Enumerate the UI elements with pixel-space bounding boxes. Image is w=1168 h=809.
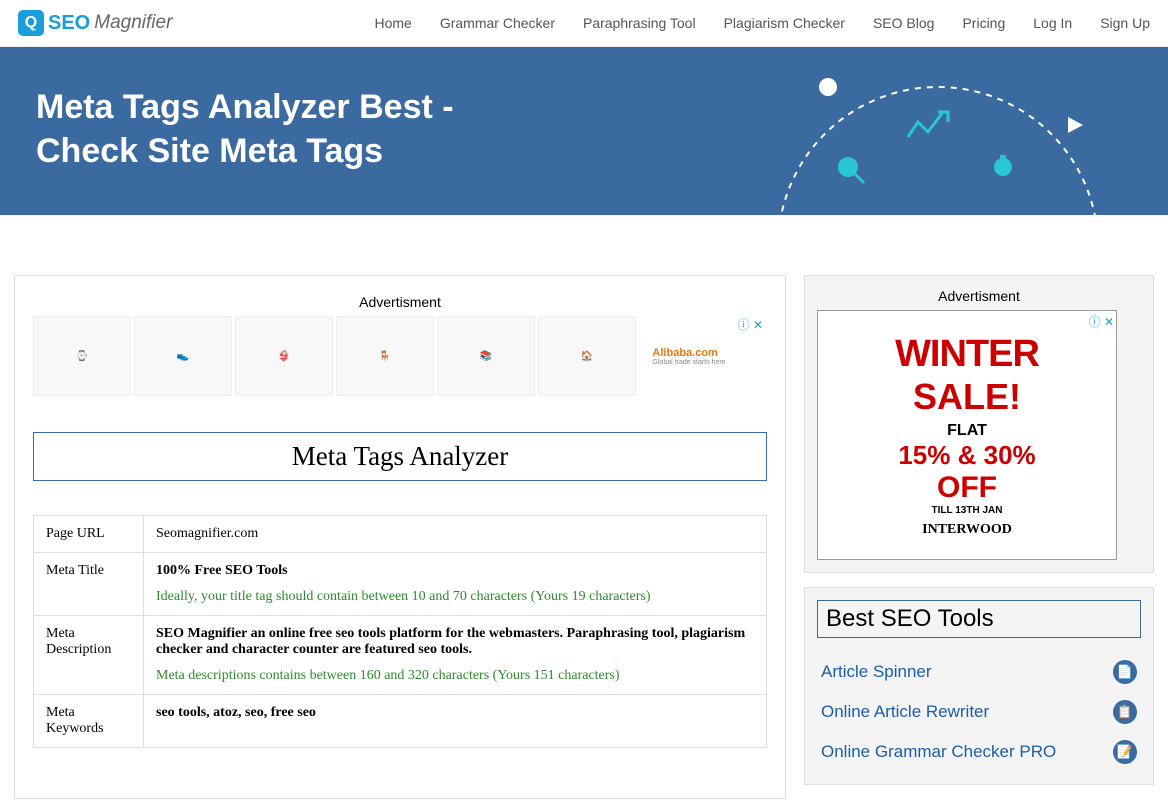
ad-label: Advertisment <box>33 294 767 310</box>
logo-text-1: SEO <box>48 12 90 35</box>
sidebar-ad[interactable]: ⓘ ✕ WINTER SALE! FLAT 15% & 30% OFF TILL… <box>817 310 1117 560</box>
result-value: SEO Magnifier an online free seo tools p… <box>156 626 754 658</box>
hero-decoration <box>768 57 1108 215</box>
result-label: Page URL <box>34 516 144 553</box>
nav-login[interactable]: Log In <box>1033 15 1072 31</box>
sidebar-ad-box: Advertisment ⓘ ✕ WINTER SALE! FLAT 15% &… <box>804 275 1154 573</box>
ad-text: FLAT <box>947 422 987 440</box>
ad-label: Advertisment <box>817 288 1141 304</box>
tool-link-grammar-checker[interactable]: Online Grammar Checker PRO <box>821 742 1056 762</box>
ad-brand-tagline: Global trade starts here <box>652 359 725 366</box>
result-cell: seo tools, atoz, seo, free seo <box>144 695 767 748</box>
nav-paraphrasing-tool[interactable]: Paraphrasing Tool <box>583 15 696 31</box>
ad-brand-name: Alibaba.com <box>652 347 725 359</box>
table-row: Page URL Seomagnifier.com <box>34 516 767 553</box>
result-value: 100% Free SEO Tools <box>156 563 754 579</box>
nav-pricing[interactable]: Pricing <box>962 15 1005 31</box>
ad-close-icon[interactable]: ⓘ ✕ <box>1089 313 1114 330</box>
nav-signup[interactable]: Sign Up <box>1100 15 1150 31</box>
ad-close-icon[interactable]: ⓘ ✕ <box>738 316 763 333</box>
ad-text: 15% & 30% <box>898 440 1035 471</box>
nav-grammar-checker[interactable]: Grammar Checker <box>440 15 555 31</box>
result-label: Meta Title <box>34 553 144 616</box>
table-row: Meta Keywords seo tools, atoz, seo, free… <box>34 695 767 748</box>
tool-link-item: Article Spinner 📄 <box>817 652 1141 692</box>
table-row: Meta Description SEO Magnifier an online… <box>34 616 767 695</box>
results-table: Page URL Seomagnifier.com Meta Title 100… <box>33 515 767 748</box>
tool-icon: 📋 <box>1113 700 1137 724</box>
tool-link-article-rewriter[interactable]: Online Article Rewriter <box>821 702 989 722</box>
ad-text: OFF <box>937 471 997 505</box>
page-title: Meta Tags Analyzer Best - Check Site Met… <box>36 85 556 173</box>
result-label: Meta Description <box>34 616 144 695</box>
ad-thumbnail[interactable]: 📚 <box>437 316 535 396</box>
tool-link-article-spinner[interactable]: Article Spinner <box>821 662 932 682</box>
main-panel: Advertisment ⌚ 👟 👙 🪑 📚 🏠 Alibaba.com Glo… <box>14 275 786 799</box>
result-value: seo tools, atoz, seo, free seo <box>156 705 754 721</box>
ad-text: WINTER <box>895 333 1039 376</box>
ad-thumbnail[interactable]: 🏠 <box>538 316 636 396</box>
tool-heading: Meta Tags Analyzer <box>33 432 767 481</box>
nav-home[interactable]: Home <box>374 15 411 31</box>
result-cell: 100% Free SEO Tools Ideally, your title … <box>144 553 767 616</box>
ad-thumbnail[interactable]: 👟 <box>134 316 232 396</box>
logo-icon: Q <box>18 10 44 36</box>
table-row: Meta Title 100% Free SEO Tools Ideally, … <box>34 553 767 616</box>
ad-brand: INTERWOOD <box>922 522 1012 538</box>
sidebar: Advertisment ⓘ ✕ WINTER SALE! FLAT 15% &… <box>804 275 1154 799</box>
ad-brand[interactable]: Alibaba.com Global trade starts here <box>639 316 739 396</box>
tool-icon: 📄 <box>1113 660 1137 684</box>
tool-link-item: Online Article Rewriter 📋 <box>817 692 1141 732</box>
ad-text: TILL 13TH JAN <box>932 505 1003 516</box>
nav-seo-blog[interactable]: SEO Blog <box>873 15 934 31</box>
result-value: Seomagnifier.com <box>144 516 767 553</box>
main-nav: Home Grammar Checker Paraphrasing Tool P… <box>374 15 1150 31</box>
result-cell: SEO Magnifier an online free seo tools p… <box>144 616 767 695</box>
best-tools-title: Best SEO Tools <box>817 600 1141 638</box>
ad-text: SALE! <box>913 376 1021 418</box>
logo-text-2: Magnifier <box>94 12 172 34</box>
hero-banner: Meta Tags Analyzer Best - Check Site Met… <box>0 47 1168 215</box>
result-hint: Ideally, your title tag should contain b… <box>156 589 754 605</box>
result-hint: Meta descriptions contains between 160 a… <box>156 668 754 684</box>
nav-plagiarism-checker[interactable]: Plagiarism Checker <box>724 15 845 31</box>
result-label: Meta Keywords <box>34 695 144 748</box>
tool-link-item: Online Grammar Checker PRO 📝 <box>817 732 1141 772</box>
ad-banner[interactable]: ⌚ 👟 👙 🪑 📚 🏠 Alibaba.com Global trade sta… <box>33 316 767 396</box>
logo[interactable]: Q SEOMagnifier <box>18 10 172 36</box>
ad-thumbnail[interactable]: 🪑 <box>336 316 434 396</box>
ad-thumbnail[interactable]: 👙 <box>235 316 333 396</box>
tool-icon: 📝 <box>1113 740 1137 764</box>
ad-thumbnail[interactable]: ⌚ <box>33 316 131 396</box>
